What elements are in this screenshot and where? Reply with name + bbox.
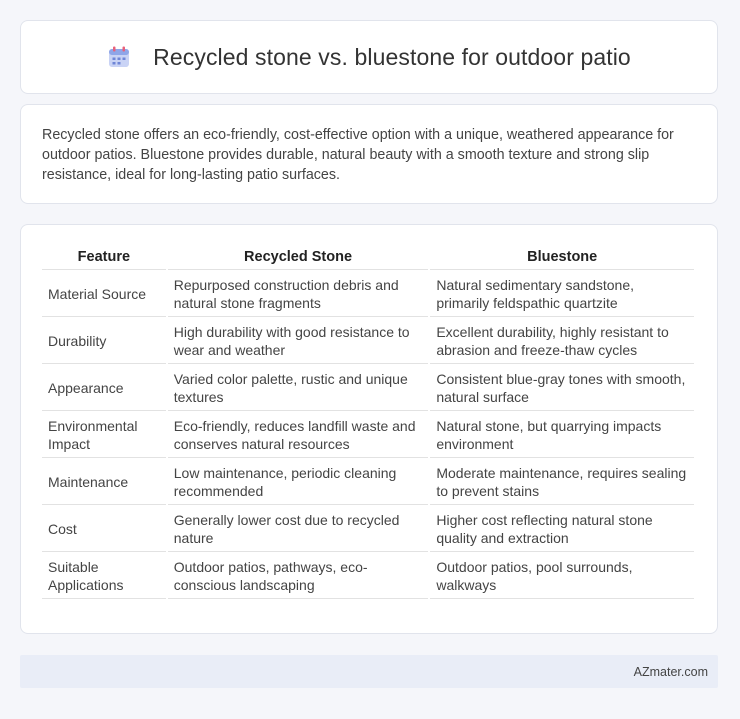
bluestone-cell: Excellent durability, highly resistant t… <box>430 317 694 364</box>
feature-cell: Maintenance <box>42 458 166 505</box>
recycled-stone-cell: Generally lower cost due to recycled nat… <box>167 505 429 552</box>
table-row: Cost Generally lower cost due to recycle… <box>42 505 694 552</box>
title-card: Recycled stone vs. bluestone for outdoor… <box>20 20 718 94</box>
bluestone-cell: Higher cost reflecting natural stone qua… <box>430 505 694 552</box>
table-row: Appearance Varied color palette, rustic … <box>42 364 694 411</box>
column-header-feature: Feature <box>42 245 166 270</box>
table-row: Environmental Impact Eco-friendly, reduc… <box>42 411 694 458</box>
feature-cell: Durability <box>42 317 166 364</box>
feature-cell: Environmental Impact <box>42 411 166 458</box>
feature-cell: Cost <box>42 505 166 552</box>
recycled-stone-cell: Varied color palette, rustic and unique … <box>167 364 429 411</box>
bluestone-cell: Natural sedimentary sandstone, primarily… <box>430 270 694 317</box>
table-row: Suitable Applications Outdoor patios, pa… <box>42 552 694 599</box>
comparison-table: Feature Recycled Stone Bluestone Materia… <box>40 245 696 599</box>
recycled-stone-cell: High durability with good resistance to … <box>167 317 429 364</box>
feature-cell: Appearance <box>42 364 166 411</box>
column-header-recycled-stone: Recycled Stone <box>167 245 429 270</box>
calendar-icon <box>109 46 130 67</box>
table-header-row: Feature Recycled Stone Bluestone <box>42 245 694 270</box>
feature-cell: Suitable Applications <box>42 552 166 599</box>
summary-card: Recycled stone offers an eco-friendly, c… <box>20 104 718 204</box>
table-row: Maintenance Low maintenance, periodic cl… <box>42 458 694 505</box>
bluestone-cell: Natural stone, but quarrying impacts env… <box>430 411 694 458</box>
summary-text: Recycled stone offers an eco-friendly, c… <box>42 127 674 183</box>
recycled-stone-cell: Low maintenance, periodic cleaning recom… <box>167 458 429 505</box>
footer-site-name: AZmater.com <box>633 664 708 679</box>
feature-cell: Material Source <box>42 270 166 317</box>
recycled-stone-cell: Eco-friendly, reduces landfill waste and… <box>167 411 429 458</box>
comparison-card: Feature Recycled Stone Bluestone Materia… <box>20 224 718 634</box>
footer: AZmater.com <box>20 655 718 688</box>
bluestone-cell: Consistent blue-gray tones with smooth, … <box>430 364 694 411</box>
recycled-stone-cell: Outdoor patios, pathways, eco-conscious … <box>167 552 429 599</box>
page-title: Recycled stone vs. bluestone for outdoor… <box>153 43 631 70</box>
recycled-stone-cell: Repurposed construction debris and natur… <box>167 270 429 317</box>
bluestone-cell: Outdoor patios, pool surrounds, walkways <box>430 552 694 599</box>
table-row: Durability High durability with good res… <box>42 317 694 364</box>
column-header-bluestone: Bluestone <box>430 245 694 270</box>
bluestone-cell: Moderate maintenance, requires sealing t… <box>430 458 694 505</box>
table-row: Material Source Repurposed construction … <box>42 270 694 317</box>
